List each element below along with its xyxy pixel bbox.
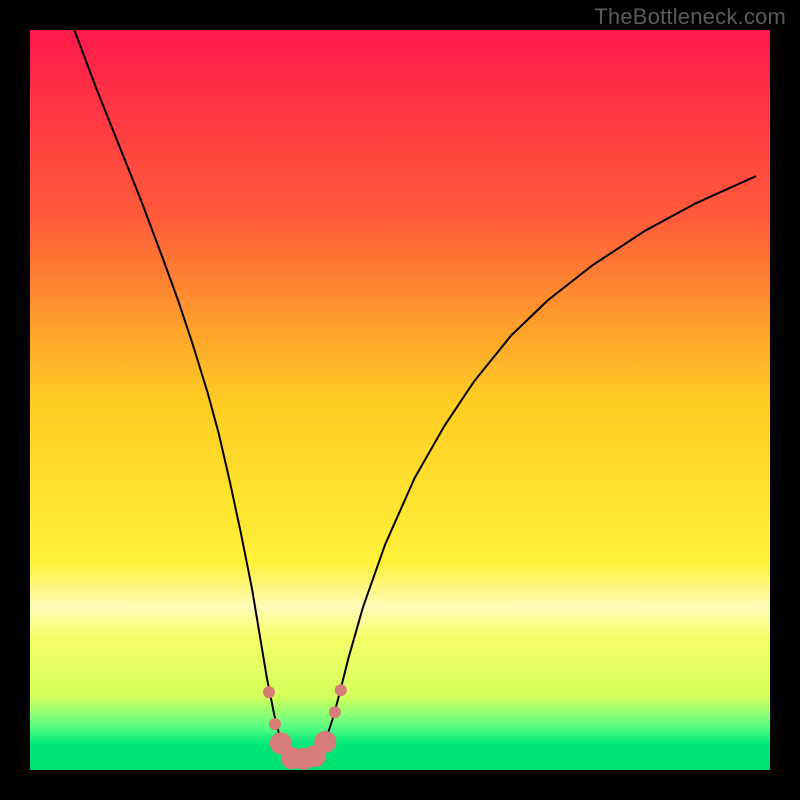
watermark-text: TheBottleneck.com xyxy=(594,4,786,30)
gradient-background xyxy=(30,30,770,770)
marker-point xyxy=(335,684,347,696)
marker-point xyxy=(314,731,336,753)
chart-area xyxy=(30,30,770,770)
outer-frame: TheBottleneck.com xyxy=(0,0,800,800)
marker-point xyxy=(329,706,341,718)
marker-point xyxy=(263,686,275,698)
chart-svg xyxy=(30,30,770,770)
marker-point xyxy=(269,718,281,730)
